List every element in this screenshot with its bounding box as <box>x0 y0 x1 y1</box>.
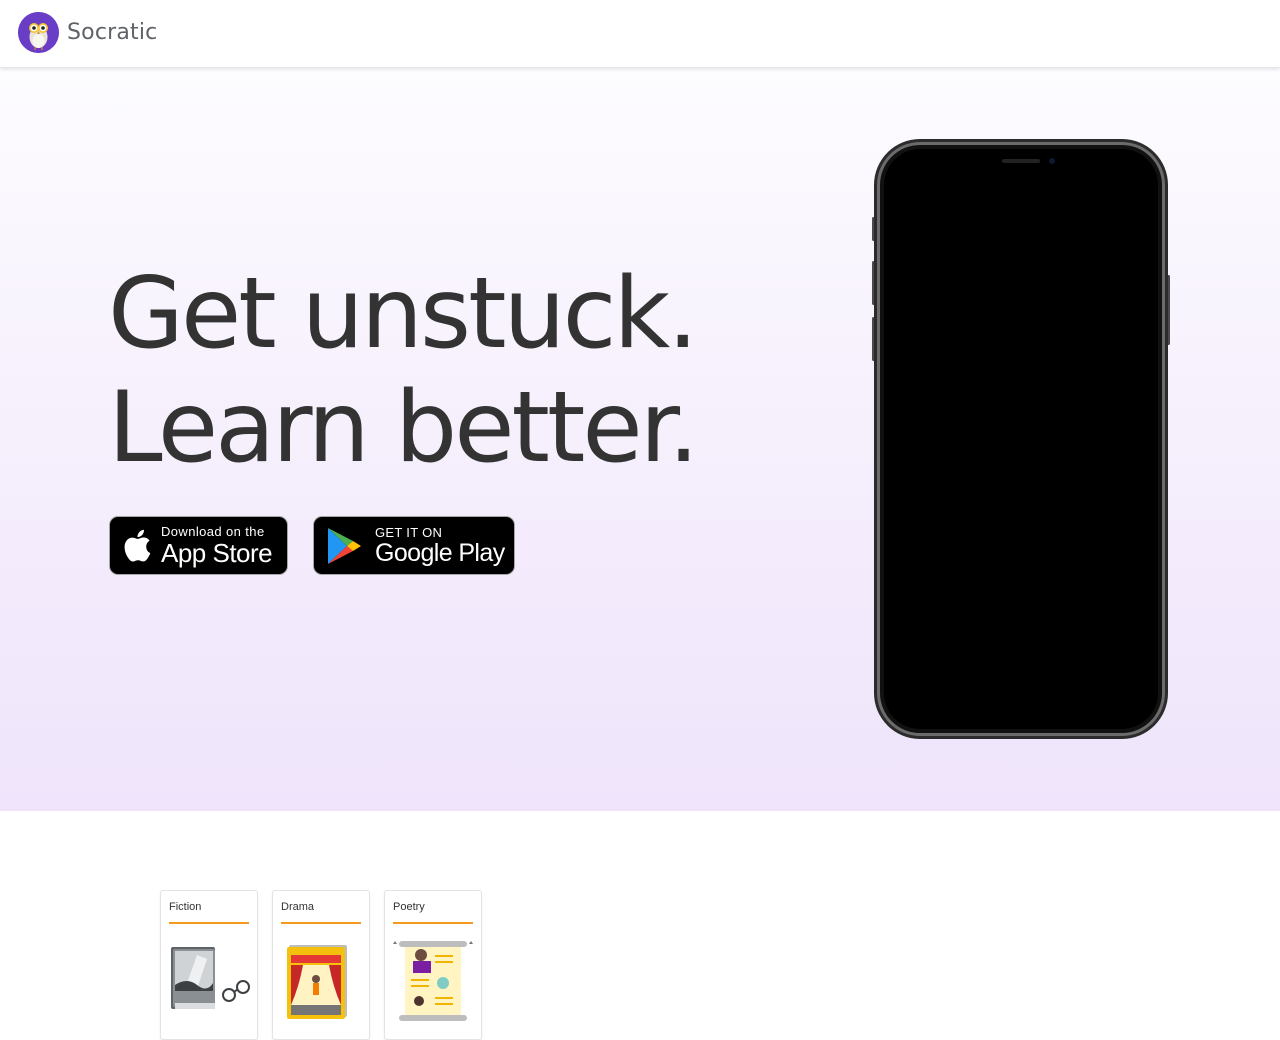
app-store-big-label: App Store <box>161 538 273 568</box>
scroll-poem-icon <box>391 937 477 1023</box>
owl-logo-icon <box>18 12 59 53</box>
headline-line-2: Learn better. <box>108 371 699 485</box>
app-store-small-label: Download on the <box>161 524 265 539</box>
phone-mockup <box>872 139 1170 739</box>
card-title: Drama <box>281 901 315 913</box>
card-fiction[interactable]: Fiction <box>160 890 258 1040</box>
top-header: Socratic <box>0 0 1280 68</box>
google-play-button[interactable]: GET IT ON Google Play <box>313 516 515 575</box>
book-glasses-icon <box>167 937 253 1023</box>
card-drama[interactable]: Drama <box>272 890 370 1040</box>
brand-name: Socratic <box>67 20 158 45</box>
hero-section: Get unstuck. Learn better. Download on t… <box>0 68 1280 811</box>
home-logo-link[interactable]: Socratic <box>18 12 157 53</box>
app-store-button[interactable]: Download on the App Store <box>109 516 288 575</box>
headline-line-1: Get unstuck. <box>108 257 698 371</box>
apple-icon <box>123 529 151 562</box>
google-play-big-label: Google Play <box>375 538 505 567</box>
google-play-small-label: GET IT ON <box>375 524 443 540</box>
card-divider <box>393 922 473 924</box>
card-title: Fiction <box>169 901 202 913</box>
theater-stage-icon <box>279 937 365 1023</box>
card-divider <box>281 922 361 924</box>
card-title: Poetry <box>393 901 425 913</box>
google-play-icon <box>327 527 363 565</box>
card-poetry[interactable]: Poetry <box>384 890 482 1040</box>
card-divider <box>169 922 249 924</box>
